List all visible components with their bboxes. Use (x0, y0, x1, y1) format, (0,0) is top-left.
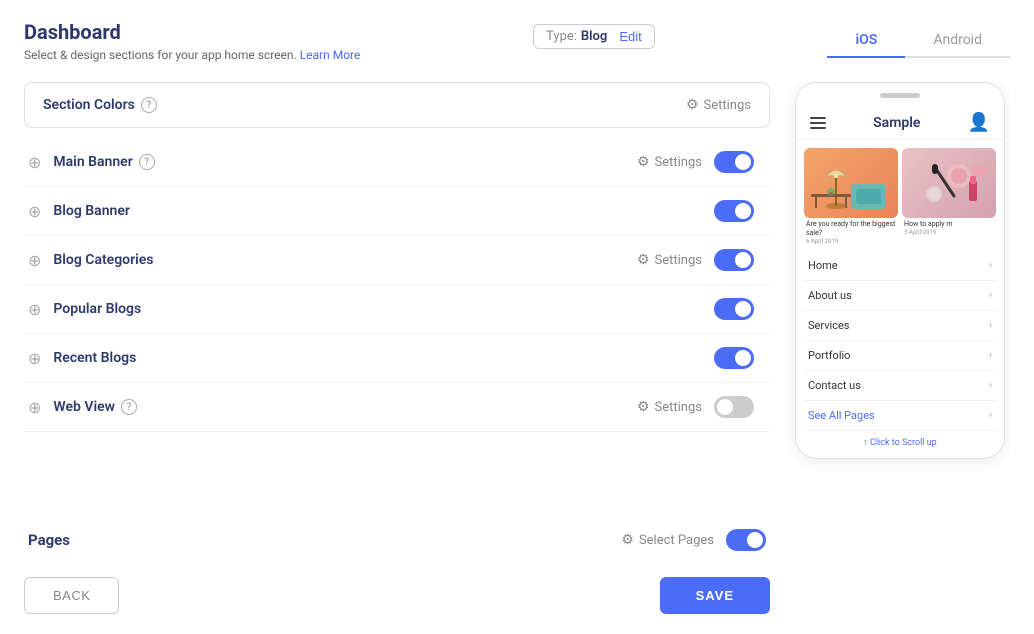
save-button[interactable]: SAVE (660, 577, 770, 614)
section-item-blog-banner: ⊕ Blog Banner (24, 187, 770, 236)
main-banner-help-icon[interactable]: ? (139, 154, 155, 170)
blog-image-2 (902, 148, 996, 218)
blog-categories-settings[interactable]: ⚙ Settings (637, 252, 702, 268)
chevron-icon: › (989, 290, 992, 301)
select-pages-gear-icon: ⚙ (621, 532, 634, 548)
chevron-icon: › (989, 260, 992, 271)
section-item-popular-blogs: ⊕ Popular Blogs (24, 285, 770, 334)
web-view-help-icon[interactable]: ? (121, 399, 137, 415)
chevron-icon: › (989, 350, 992, 361)
learn-more-link[interactable]: Learn More (300, 48, 361, 62)
chevron-icon-see-all: › (989, 410, 992, 421)
type-label: Type: (546, 29, 577, 44)
section-item-main-banner: ⊕ Main Banner ? ⚙ Settings (24, 138, 770, 187)
phone-sample-title: Sample (873, 115, 920, 131)
drag-handle-web-view[interactable]: ⊕ (28, 398, 41, 417)
blog2-caption: How to apply m (904, 220, 994, 229)
chevron-icon: › (989, 380, 992, 391)
blog-item-2: How to apply m 5 April 2019 (902, 148, 996, 247)
user-icon: 👤 (968, 112, 990, 133)
pages-label: Pages (28, 531, 621, 549)
blog-categories-toggle[interactable] (714, 249, 754, 271)
phone-menu-item-see-all[interactable]: See All Pages › (804, 401, 996, 431)
web-view-toggle[interactable] (714, 396, 754, 418)
platform-tabs: iOS Android (827, 24, 1010, 58)
blog-image-1 (804, 148, 898, 218)
back-button[interactable]: BACK (24, 577, 119, 614)
web-view-settings[interactable]: ⚙ Settings (637, 399, 702, 415)
recent-blogs-toggle[interactable] (714, 347, 754, 369)
section-item-recent-blogs: ⊕ Recent Blogs (24, 334, 770, 383)
web-view-gear-icon: ⚙ (637, 399, 650, 415)
phone-menu-item-services[interactable]: Services › (804, 311, 996, 341)
section-item-blog-categories: ⊕ Blog Categories ⚙ Settings (24, 236, 770, 285)
phone-menu-item-contact[interactable]: Contact us › (804, 371, 996, 401)
phone-menu: Home › About us › Services › Portfolio › (796, 251, 1004, 431)
pages-row: Pages ⚙ Select Pages (24, 515, 770, 565)
drag-handle-blog-banner[interactable]: ⊕ (28, 202, 41, 221)
page-title: Dashboard (24, 20, 360, 44)
tab-ios[interactable]: iOS (827, 24, 905, 58)
footer-buttons: BACK SAVE (24, 577, 770, 614)
phone-topbar: Sample 👤 (796, 106, 1004, 140)
gear-icon: ⚙ (686, 97, 699, 113)
blog1-caption: Are you ready for the biggest sale? (806, 220, 896, 238)
section-colors-help-icon[interactable]: ? (141, 97, 157, 113)
page-subtitle: Select & design sections for your app ho… (24, 48, 360, 62)
drag-handle-main-banner[interactable]: ⊕ (28, 153, 41, 172)
blog-banner-toggle[interactable] (714, 200, 754, 222)
chevron-icon: › (989, 320, 992, 331)
pages-toggle[interactable] (726, 529, 766, 551)
edit-button[interactable]: Edit (619, 29, 641, 44)
web-view-label: Web View (53, 399, 115, 415)
type-value: Blog (581, 29, 607, 44)
blog2-date: 5 April 2019 (904, 229, 994, 236)
sections-list: ⊕ Main Banner ? ⚙ Settings (24, 138, 770, 511)
section-colors-label: Section Colors (43, 97, 135, 113)
main-banner-gear-icon: ⚙ (637, 154, 650, 170)
select-pages-button[interactable]: ⚙ Select Pages (621, 532, 714, 548)
tab-android[interactable]: Android (905, 24, 1010, 58)
popular-blogs-toggle[interactable] (714, 298, 754, 320)
blog-categories-label: Blog Categories (53, 252, 153, 268)
main-banner-toggle[interactable] (714, 151, 754, 173)
popular-blogs-label: Popular Blogs (53, 301, 141, 317)
phone-menu-item-portfolio[interactable]: Portfolio › (804, 341, 996, 371)
blog-banner-label: Blog Banner (53, 203, 130, 219)
phone-menu-item-about[interactable]: About us › (804, 281, 996, 311)
phone-menu-item-home[interactable]: Home › (804, 251, 996, 281)
drag-handle-blog-categories[interactable]: ⊕ (28, 251, 41, 270)
section-item-web-view: ⊕ Web View ? ⚙ Settings (24, 383, 770, 432)
main-banner-label: Main Banner (53, 154, 132, 170)
blog-categories-gear-icon: ⚙ (637, 252, 650, 268)
main-banner-settings[interactable]: ⚙ Settings (637, 154, 702, 170)
blog-item-1: Are you ready for the biggest sale? 6 Ap… (804, 148, 898, 247)
phone-frame: Sample 👤 (795, 82, 1005, 459)
blog-images: Are you ready for the biggest sale? 6 Ap… (796, 140, 1004, 251)
blog-image-1-svg (806, 156, 896, 211)
drag-handle-popular-blogs[interactable]: ⊕ (28, 300, 41, 319)
scroll-hint[interactable]: ↑ Click to Scroll up (796, 431, 1004, 458)
recent-blogs-label: Recent Blogs (53, 350, 136, 366)
hamburger-icon[interactable] (810, 117, 826, 129)
blog1-date: 6 April 2019 (806, 238, 896, 245)
blog-image-2-svg (904, 156, 994, 211)
section-colors-settings[interactable]: ⚙ Settings (686, 97, 751, 113)
section-colors-bar: Section Colors ? ⚙ Settings (24, 82, 770, 128)
phone-preview: Sample 👤 (790, 82, 1010, 614)
drag-handle-recent-blogs[interactable]: ⊕ (28, 349, 41, 368)
notch-bar (880, 93, 920, 98)
phone-notch (796, 93, 1004, 98)
